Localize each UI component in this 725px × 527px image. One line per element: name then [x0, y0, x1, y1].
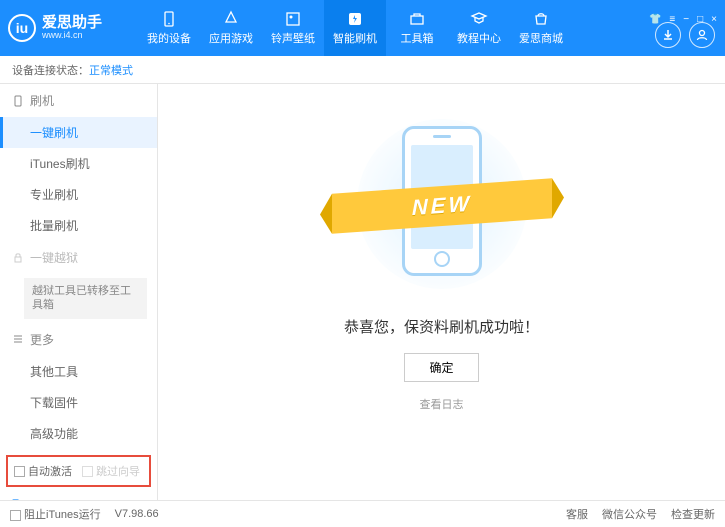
nav-apps[interactable]: 应用游戏 [200, 0, 262, 56]
ok-button[interactable]: 确定 [404, 353, 478, 382]
wallpaper-icon [284, 10, 302, 28]
logo-icon: iu [8, 14, 36, 42]
sidebar-item-oneclick[interactable]: 一键刷机 [0, 117, 157, 148]
status-bar: 设备连接状态： 正常模式 [0, 56, 725, 84]
device-phone-icon [10, 499, 21, 500]
user-button[interactable] [689, 22, 715, 48]
apps-icon [222, 10, 240, 28]
version-label: V7.98.66 [115, 508, 159, 520]
store-icon [532, 10, 550, 28]
checkbox-auto-activate[interactable]: 自动激活 [14, 463, 72, 479]
status-prefix: 设备连接状态： [12, 62, 89, 78]
lock-icon [12, 252, 24, 264]
sidebar-group-flash[interactable]: 刷机 [0, 84, 157, 117]
toolbox-icon [408, 10, 426, 28]
device-info[interactable]: iPhone 15 Pro Max 512GB iPhone [0, 493, 157, 500]
footer-wechat[interactable]: 微信公众号 [602, 506, 657, 522]
download-button[interactable] [655, 22, 681, 48]
status-mode: 正常模式 [89, 62, 133, 78]
device-name: iPhone 15 Pro Max [25, 499, 123, 500]
sidebar-item-pro[interactable]: 专业刷机 [0, 179, 157, 210]
sidebar-group-more[interactable]: 更多 [0, 323, 157, 356]
jailbreak-note: 越狱工具已转移至工具箱 [24, 278, 147, 319]
success-message: 恭喜您，保资料刷机成功啦！ [344, 316, 539, 337]
header-right: 👕 ≡ − □ × [649, 14, 717, 43]
tutorial-icon [470, 10, 488, 28]
logo-text: 爱思助手 www.i4.cn [42, 15, 102, 41]
flash-icon [346, 10, 364, 28]
sidebar: 刷机 一键刷机 iTunes刷机 专业刷机 批量刷机 一键越狱 越狱工具已转移至… [0, 84, 158, 500]
nav-tutorial[interactable]: 教程中心 [448, 0, 510, 56]
sidebar-group-jailbreak: 一键越狱 [0, 241, 157, 274]
sidebar-item-download-fw[interactable]: 下载固件 [0, 387, 157, 418]
footer-service[interactable]: 客服 [566, 506, 588, 522]
nav-ringtone[interactable]: 铃声壁纸 [262, 0, 324, 56]
main-content: NEW 恭喜您，保资料刷机成功啦！ 确定 查看日志 [158, 84, 725, 500]
app-url: www.i4.cn [42, 31, 102, 41]
footer-update[interactable]: 检查更新 [671, 506, 715, 522]
footer: 阻止iTunes运行 V7.98.66 客服 微信公众号 检查更新 [0, 500, 725, 527]
nav-store[interactable]: 爱思商城 [510, 0, 572, 56]
app-header: iu 爱思助手 www.i4.cn 我的设备 应用游戏 铃声壁纸 智能刷机 工具… [0, 0, 725, 56]
view-log-link[interactable]: 查看日志 [420, 396, 464, 412]
nav-flash[interactable]: 智能刷机 [324, 0, 386, 56]
body: 刷机 一键刷机 iTunes刷机 专业刷机 批量刷机 一键越狱 越狱工具已转移至… [0, 84, 725, 500]
top-nav: 我的设备 应用游戏 铃声壁纸 智能刷机 工具箱 教程中心 爱思商城 [138, 0, 572, 56]
checkbox-block-itunes[interactable]: 阻止iTunes运行 [10, 506, 101, 522]
app-title: 爱思助手 [42, 15, 102, 32]
checkbox-skip-guide[interactable]: 跳过向导 [82, 463, 140, 479]
device-icon [160, 10, 178, 28]
sidebar-item-othertools[interactable]: 其他工具 [0, 356, 157, 387]
nav-toolbox[interactable]: 工具箱 [386, 0, 448, 56]
sidebar-item-itunes[interactable]: iTunes刷机 [0, 148, 157, 179]
highlighted-checkbox-row: 自动激活 跳过向导 [6, 455, 151, 487]
nav-my-device[interactable]: 我的设备 [138, 0, 200, 56]
phone-icon [12, 95, 24, 107]
sidebar-item-advanced[interactable]: 高级功能 [0, 418, 157, 449]
more-icon [12, 333, 24, 345]
sidebar-item-batch[interactable]: 批量刷机 [0, 210, 157, 241]
logo-area: iu 爱思助手 www.i4.cn [8, 14, 138, 42]
phone-illustration: NEW [352, 114, 532, 294]
